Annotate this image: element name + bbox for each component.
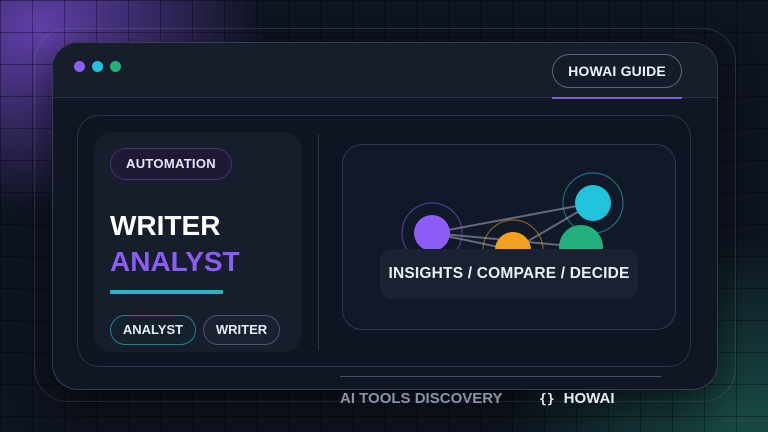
window-dot-cyan-icon[interactable] <box>92 61 103 72</box>
brand-label: HOWAI <box>563 390 615 407</box>
network-card: INSIGHTS / COMPARE / DECIDE <box>342 144 676 330</box>
insights-caption: INSIGHTS / COMPARE / DECIDE <box>380 249 638 299</box>
node-cyan[interactable] <box>575 185 611 221</box>
window-dot-purple-icon[interactable] <box>74 61 85 72</box>
footer-discovery-text: AI TOOLS DISCOVERY <box>340 390 503 407</box>
braces-icon: {} <box>539 392 555 407</box>
tag-writer[interactable]: WRITER <box>203 315 280 345</box>
guide-underline <box>552 97 682 99</box>
title-bar: HOWAI GUIDE <box>53 43 717 98</box>
node-purple[interactable] <box>414 215 450 251</box>
tag-analyst[interactable]: ANALYST <box>110 315 196 345</box>
footer-divider <box>340 376 661 377</box>
title-underline <box>110 290 223 294</box>
network-graph <box>401 172 624 281</box>
footer-brand[interactable]: {} HOWAI <box>539 390 615 409</box>
window-dot-green-icon[interactable] <box>110 61 121 72</box>
panel-divider <box>318 134 319 350</box>
category-badge[interactable]: AUTOMATION <box>110 148 232 180</box>
title-secondary: ANALYST <box>110 246 240 277</box>
guide-button[interactable]: HOWAI GUIDE <box>552 54 682 88</box>
content-panel: AUTOMATION WRITER ANALYST ANALYST WRITER <box>77 115 691 367</box>
app-window: HOWAI GUIDE AUTOMATION WRITER ANALYST AN… <box>52 42 718 390</box>
left-card: AUTOMATION WRITER ANALYST ANALYST WRITER <box>94 132 302 352</box>
title-primary: WRITER <box>110 210 221 241</box>
